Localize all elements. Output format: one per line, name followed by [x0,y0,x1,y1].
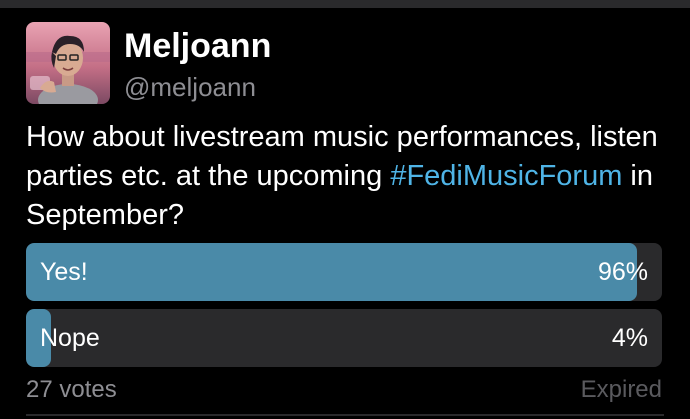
avatar[interactable] [26,22,110,104]
poll-option-label: Yes! [40,258,88,286]
poll: Yes! 96% Nope 4% 27 votes Expired [26,243,664,405]
top-divider-strip [0,0,690,8]
display-name[interactable]: Meljoann [124,26,271,66]
poll-option-percent: 96% [597,258,648,286]
poll-footer: 27 votes Expired [26,375,662,405]
hashtag-link[interactable]: #FediMusicForum [390,160,622,192]
author-names: Meljoann @meljoann [124,22,271,102]
bottom-divider [26,414,664,416]
avatar-image [26,22,110,104]
status-content: How about livestream music performances,… [26,118,666,235]
poll-option-percent: 4% [611,324,648,352]
poll-option-nope[interactable]: Nope 4% [26,309,662,367]
poll-vote-count: 27 votes [26,376,117,403]
poll-option-yes[interactable]: Yes! 96% [26,243,662,301]
status-post: Meljoann @meljoann How about livestream … [26,22,664,405]
poll-option-label: Nope [40,324,100,352]
account-handle[interactable]: @meljoann [124,72,271,102]
poll-status: Expired [580,376,662,403]
poll-result-bar [26,243,637,301]
author-header[interactable]: Meljoann @meljoann [26,22,664,106]
